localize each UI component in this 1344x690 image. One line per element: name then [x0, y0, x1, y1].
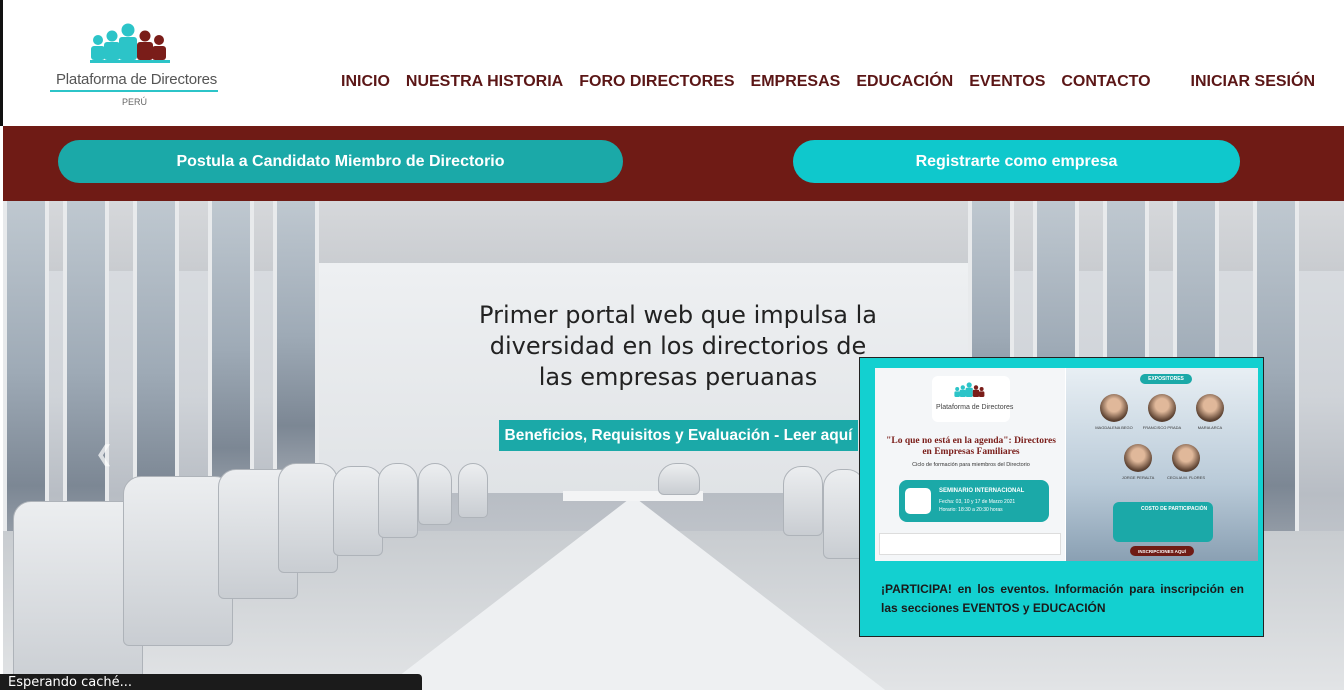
hero-chair: [658, 463, 700, 495]
login-link[interactable]: INICIAR SESIÓN: [1191, 73, 1315, 91]
nav-item-inicio[interactable]: INICIO: [341, 73, 390, 91]
nav-item-eventos[interactable]: EVENTOS: [969, 73, 1045, 91]
speaker-photo: [1172, 444, 1200, 472]
flyer-speakers-label: EXPOSITORES: [1140, 374, 1192, 384]
flyer-seminar-time: Horario: 18:30 a 20:30 horas: [939, 507, 1003, 513]
speaker-name: MAGDALENA BEGO: [1095, 425, 1133, 430]
nav-item-contacto[interactable]: CONTACTO: [1061, 73, 1150, 91]
speaker-name: CECILIA M. FLORES: [1166, 475, 1205, 480]
flyer-logo: Plataforma de Directores: [932, 376, 1014, 422]
hero-chair: [783, 466, 823, 536]
speaker-photo: [1148, 394, 1176, 422]
site-header: Plataforma de Directores PERÚ INICIO NUE…: [0, 0, 1344, 126]
main-nav: INICIO NUESTRA HISTORIA FORO DIRECTORES …: [341, 73, 1167, 91]
event-flyer-image[interactable]: Plataforma de Directores "Lo que no está…: [875, 368, 1258, 561]
calendar-icon: [905, 488, 931, 514]
flyer-seminar-date: Fecha: 03, 10 y 17 de Marzo 2021: [939, 499, 1016, 505]
flyer-seminar-box: SEMINARIO INTERNACIONAL Fecha: 03, 10 y …: [899, 480, 1049, 522]
flyer-seminar-title: SEMINARIO INTERNACIONAL: [939, 488, 1025, 494]
flyer-quote: "Lo que no está en la agenda": Directore…: [886, 436, 1056, 457]
flyer-left-panel: Plataforma de Directores "Lo que no está…: [875, 368, 1065, 561]
speaker-name: JORGE PERALTA: [1121, 475, 1155, 480]
flyer-logo-text: Plataforma de Directores: [936, 404, 1014, 411]
hero-chair: [333, 466, 383, 556]
speaker-photo: [1196, 394, 1224, 422]
hero-chair: [278, 463, 338, 573]
flyer-signup-badge: INSCRIPCIONES AQUÍ: [1130, 546, 1194, 556]
people-logo-icon: [954, 382, 985, 397]
popup-message: ¡PARTICIPA! en los eventos. Información …: [881, 582, 1244, 615]
hero-title: Primer portal web que impulsa la diversi…: [479, 301, 877, 391]
people-logo-icon: [90, 23, 170, 63]
logo-underline: [50, 90, 218, 92]
nav-item-foro-directores[interactable]: FORO DIRECTORES: [579, 73, 734, 91]
speaker-name: FRANCISCO PRADA: [1142, 425, 1182, 430]
event-popup: Plataforma de Directores "Lo que no está…: [859, 357, 1264, 637]
flyer-right-panel: EXPOSITORES MAGDALENA BEGO FRANCISCO PRA…: [1066, 368, 1258, 561]
hero-chair: [418, 463, 452, 525]
chevron-left-icon[interactable]: ❮: [95, 441, 113, 467]
flyer-cost-title: COSTO DE PARTICIPACIÓN: [1141, 506, 1208, 512]
logo-brand-text: Plataforma de Directores: [56, 71, 218, 88]
hero-window: [273, 201, 319, 501]
flyer-cycle: Ciclo de formación para miembros del Dir…: [912, 462, 1030, 468]
site-logo[interactable]: Plataforma de Directores PERÚ: [50, 22, 220, 112]
hero-chair: [378, 463, 418, 538]
browser-status-bar: Esperando caché...: [0, 674, 422, 690]
speaker-photo: [1100, 394, 1128, 422]
flyer-sponsor-logos: [879, 533, 1061, 555]
flyer-cost-box: COSTO DE PARTICIPACIÓN: [1113, 502, 1213, 542]
company-register-button[interactable]: Registrarte como empresa: [793, 140, 1240, 183]
speaker-photo: [1124, 444, 1152, 472]
hero-chair: [123, 476, 233, 646]
nav-item-educacion[interactable]: EDUCACIÓN: [856, 73, 953, 91]
benefits-read-more-button[interactable]: Beneficios, Requisitos y Evaluación - Le…: [499, 420, 858, 451]
cta-band: Postula a Candidato Miembro de Directori…: [3, 126, 1344, 201]
nav-item-empresas[interactable]: EMPRESAS: [751, 73, 841, 91]
nav-item-nuestra-historia[interactable]: NUESTRA HISTORIA: [406, 73, 563, 91]
logo-country: PERÚ: [122, 97, 148, 107]
hero-chair: [458, 463, 488, 518]
speaker-name: MARIA ARCA: [1197, 425, 1223, 430]
candidate-apply-button[interactable]: Postula a Candidato Miembro de Directori…: [58, 140, 623, 183]
